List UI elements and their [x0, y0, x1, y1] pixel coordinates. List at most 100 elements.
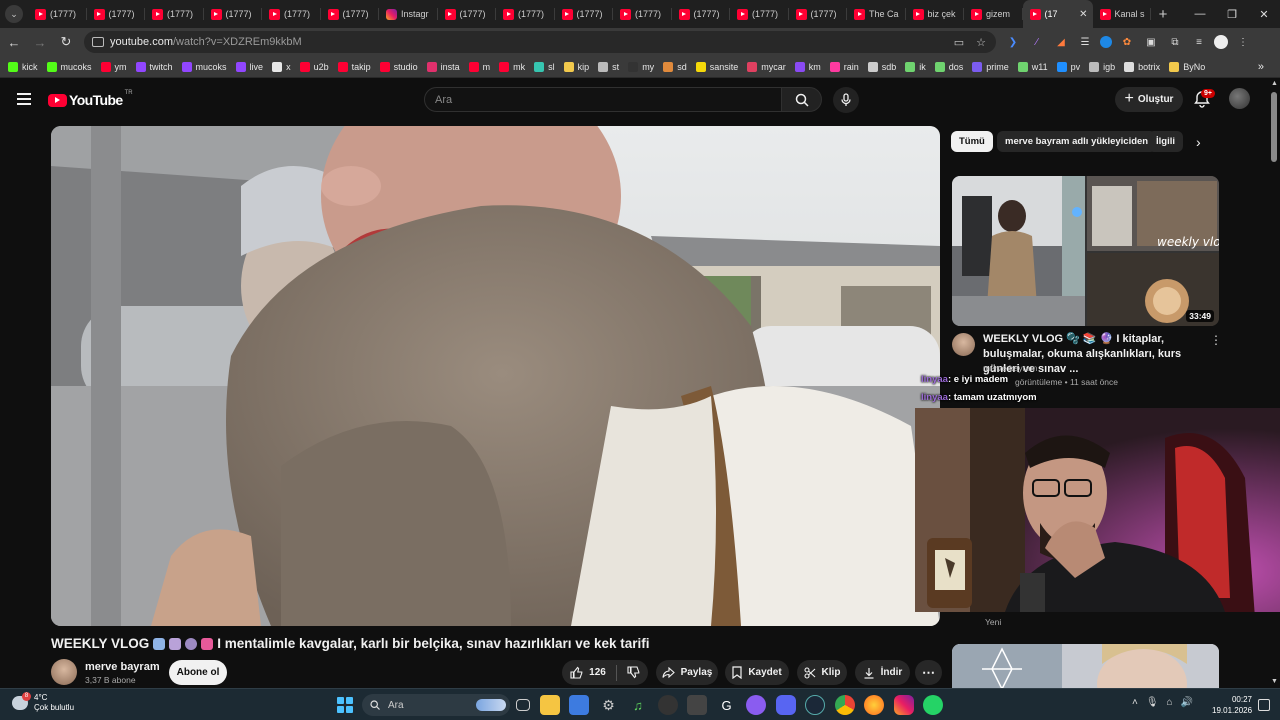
reload-button[interactable]: ↻	[54, 34, 78, 50]
extension-icon[interactable]: ❯	[1004, 33, 1022, 51]
instagram-icon[interactable]	[893, 695, 914, 715]
bookmark-item[interactable]: twitch	[135, 61, 173, 72]
extension-icon[interactable]	[1100, 36, 1112, 48]
taskbar-search[interactable]: Ara	[362, 694, 510, 716]
app-icon[interactable]	[687, 695, 707, 715]
thumbs-down-icon[interactable]	[627, 666, 640, 679]
headset-icon[interactable]: ♫	[628, 695, 648, 715]
youtube-logo[interactable]: YouTube TR	[48, 90, 133, 108]
voice-search-button[interactable]	[833, 87, 859, 113]
search-input[interactable]: Ara	[424, 87, 782, 112]
share-button[interactable]: Paylaş	[656, 660, 718, 685]
extension-icon[interactable]: ✿	[1118, 33, 1136, 51]
recommended-thumbnail[interactable]	[952, 644, 1219, 690]
browser-tab[interactable]: (1777)	[28, 0, 87, 28]
bookmark-item[interactable]: m	[468, 61, 490, 72]
bookmark-item[interactable]: mucoks	[181, 61, 227, 72]
subscribe-button[interactable]: Abone ol	[169, 660, 227, 685]
download-button[interactable]: İndir	[855, 660, 910, 685]
bookmark-item[interactable]: mycar	[747, 61, 786, 72]
chip-from-uploader[interactable]: merve bayram adlı yükleyiciden	[997, 131, 1157, 152]
restore-icon[interactable]: ❐	[1216, 8, 1248, 21]
browser-tab[interactable]: (1777)	[262, 0, 321, 28]
bookmark-item[interactable]: rain	[829, 61, 859, 72]
settings-icon[interactable]: ⚙	[599, 695, 619, 715]
browser-tab[interactable]: (1777)	[730, 0, 789, 28]
file-explorer-icon[interactable]	[539, 695, 560, 715]
puzzle-icon[interactable]: ⧉	[1166, 33, 1184, 51]
save-button[interactable]: Kaydet	[725, 660, 789, 685]
task-view-icon[interactable]	[516, 699, 530, 711]
bookmark-item[interactable]: studio	[379, 61, 418, 72]
weather-widget[interactable]: 8 4°C Çok bulutlu	[12, 692, 74, 713]
bookmark-item[interactable]: ByNo	[1169, 61, 1205, 72]
clock[interactable]: 00:27 19.01.2026	[1212, 694, 1252, 716]
menu-kebab-icon[interactable]: ⋮	[1234, 33, 1252, 51]
bookmark-item[interactable]: igb	[1089, 61, 1115, 72]
search-button[interactable]	[781, 87, 822, 112]
new-tab-button[interactable]: +	[1151, 6, 1175, 23]
browser-tab[interactable]: (1777)	[87, 0, 146, 28]
browser-tab[interactable]: (1777)	[145, 0, 204, 28]
cast-icon[interactable]: ▭	[954, 36, 964, 49]
bookmark-item[interactable]: mucoks	[46, 61, 92, 72]
minimize-icon[interactable]: —	[1184, 8, 1216, 21]
bookmark-item[interactable]: x	[272, 61, 291, 72]
obs-icon[interactable]	[657, 695, 678, 715]
browser-tab[interactable]: (1777)	[672, 0, 731, 28]
browser-tab[interactable]: biz çek	[906, 0, 965, 28]
profile-icon[interactable]	[1214, 35, 1228, 49]
notification-center-icon[interactable]	[1258, 699, 1270, 711]
close-tab-icon[interactable]: ✕	[1079, 9, 1087, 20]
microphone-icon[interactable]: 🎙	[1146, 697, 1159, 708]
volume-icon[interactable]: 🔊	[1181, 697, 1193, 708]
menu-kebab-icon[interactable]: ⋮	[1210, 333, 1222, 347]
page-scrollbar[interactable]	[1271, 92, 1277, 162]
bookmark-item[interactable]: prime	[972, 61, 1009, 72]
chrome-icon[interactable]	[834, 695, 855, 715]
forward-button[interactable]: →	[28, 35, 52, 50]
browser-tab[interactable]: Kanal s	[1093, 0, 1152, 28]
browser-tab[interactable]: (1777)	[496, 0, 555, 28]
bookmark-item[interactable]: kick	[8, 61, 38, 72]
chip-related[interactable]: İlgili	[1148, 131, 1183, 152]
close-window-icon[interactable]: ✕	[1248, 8, 1280, 21]
bookmark-item[interactable]: u2b	[299, 61, 329, 72]
clip-button[interactable]: Klip	[797, 660, 847, 685]
store-icon[interactable]	[569, 695, 589, 715]
bookmark-item[interactable]: km	[794, 61, 821, 72]
site-info-icon[interactable]	[92, 37, 104, 47]
bookmark-item[interactable]: sl	[534, 61, 555, 72]
tab-search-button[interactable]: ⌄	[0, 0, 28, 28]
more-actions-button[interactable]: ⋯	[915, 660, 942, 685]
bookmark-item[interactable]: kip	[563, 61, 589, 72]
like-button[interactable]: 126	[570, 666, 606, 679]
start-button[interactable]	[337, 697, 353, 713]
back-button[interactable]: ←	[2, 35, 26, 50]
video-player[interactable]	[51, 126, 940, 626]
browser-tab[interactable]: (1777)	[204, 0, 263, 28]
bookmark-item[interactable]: sdb	[867, 61, 896, 72]
scroll-down-arrow[interactable]: ▼	[1271, 678, 1278, 685]
bookmark-item[interactable]: mk	[499, 61, 525, 72]
bookmark-item[interactable]: ym	[100, 61, 127, 72]
bookmark-item[interactable]: botrix	[1124, 61, 1160, 72]
browser-tab[interactable]: gizem	[964, 0, 1023, 28]
recommended-thumbnail[interactable]: weekly vlog 33:49	[952, 176, 1219, 326]
bookmark-item[interactable]: pv	[1056, 61, 1080, 72]
scroll-up-arrow[interactable]: ▲	[1271, 80, 1278, 87]
bookmark-item[interactable]: dos	[934, 61, 963, 72]
discord-icon[interactable]	[775, 695, 796, 715]
bookmark-item[interactable]: takip	[337, 61, 371, 72]
address-bar[interactable]: youtube.com/watch?v=XDZREm9kkbM ▭ ☆	[84, 31, 996, 53]
recommended-channel[interactable]: merve bayram	[983, 363, 1037, 373]
bookmark-item[interactable]: w11	[1017, 61, 1048, 72]
browser-tab[interactable]: (1777)	[613, 0, 672, 28]
bookmark-item[interactable]: ik	[905, 61, 926, 72]
account-avatar[interactable]	[1229, 88, 1250, 109]
extension-icon[interactable]: ◢	[1052, 33, 1070, 51]
extension-icon[interactable]: ▣	[1142, 33, 1160, 51]
bookmark-item[interactable]: st	[598, 61, 619, 72]
bookmarks-overflow-icon[interactable]: »	[1258, 61, 1264, 73]
extension-icon[interactable]: ∕	[1028, 33, 1046, 51]
